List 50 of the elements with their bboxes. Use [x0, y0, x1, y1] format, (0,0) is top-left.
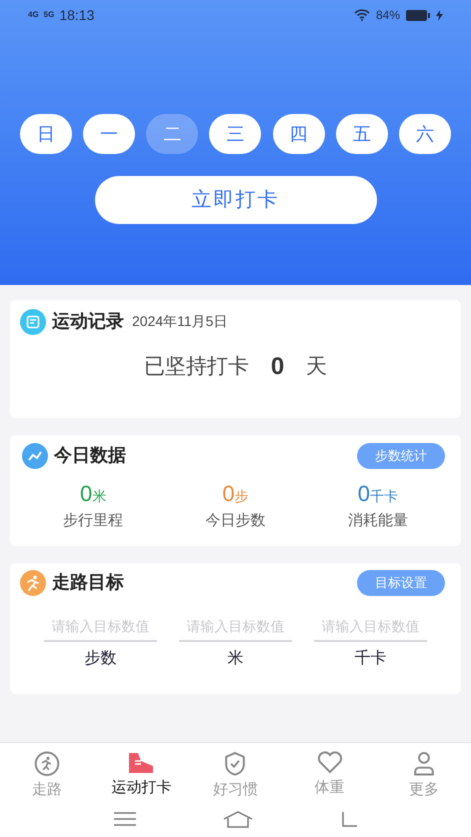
weekday-button[interactable]: 三: [209, 114, 262, 154]
check-badge-icon: [223, 751, 248, 776]
weekday-button[interactable]: 日: [20, 114, 72, 154]
stat-label: 步行里程: [63, 511, 124, 531]
date-label: 2024年11月5日: [132, 312, 228, 331]
unit-label: 千卡: [354, 648, 386, 669]
streak-label: 已坚持打卡: [144, 354, 249, 380]
clock: 18:13: [59, 6, 94, 24]
tab-item[interactable]: 更多: [376, 751, 471, 801]
tab-item[interactable]: 体重: [282, 751, 377, 801]
weekday-button[interactable]: 六: [398, 114, 451, 154]
list-icon: [20, 308, 46, 334]
card-title: 走路目标: [52, 571, 124, 594]
weekday-button[interactable]: 二: [146, 114, 198, 154]
person-icon: [412, 751, 435, 776]
heart-icon: [316, 751, 343, 775]
stat-unit: 步: [234, 487, 249, 506]
battery-level: 84%: [376, 7, 400, 24]
streak-value: 0: [270, 352, 284, 382]
wifi-icon: [354, 9, 370, 21]
pill-button[interactable]: 目标设置: [357, 570, 445, 596]
tab-item[interactable]: 好习惯: [188, 751, 283, 801]
trend-icon: [22, 442, 48, 468]
streak-unit: 天: [306, 354, 328, 380]
charging-icon: [436, 10, 443, 20]
weekday-button[interactable]: 五: [336, 114, 388, 154]
weekday-button[interactable]: 一: [83, 114, 136, 154]
stat-unit: 米: [92, 487, 106, 506]
menu-icon[interactable]: [112, 810, 136, 826]
battery-icon: [406, 10, 430, 20]
card-title: 今日数据: [54, 444, 126, 467]
card-title: 运动记录: [52, 310, 124, 333]
tab-item[interactable]: 走路: [0, 751, 94, 801]
network-indicator: 4G: [28, 9, 39, 21]
stat-value: 0: [222, 480, 235, 508]
checkin-button[interactable]: 立即打卡: [94, 176, 376, 224]
network-indicator: 5G: [44, 9, 54, 21]
weekday-button[interactable]: 四: [272, 114, 325, 154]
runner-icon: [34, 751, 60, 776]
stat-label: 消耗能量: [348, 511, 408, 531]
stat-label: 今日步数: [205, 511, 266, 531]
pill-button[interactable]: 步数统计: [357, 442, 445, 468]
stat-unit: 千卡: [370, 487, 398, 506]
unit-label: 步数: [84, 648, 116, 669]
home-icon[interactable]: [222, 810, 254, 828]
tab-item[interactable]: 运动打卡: [94, 751, 188, 801]
unit-label: 米: [228, 648, 244, 669]
stat-value: 0: [80, 480, 92, 508]
stat-value: 0: [358, 480, 370, 508]
runner-icon: [20, 570, 46, 596]
